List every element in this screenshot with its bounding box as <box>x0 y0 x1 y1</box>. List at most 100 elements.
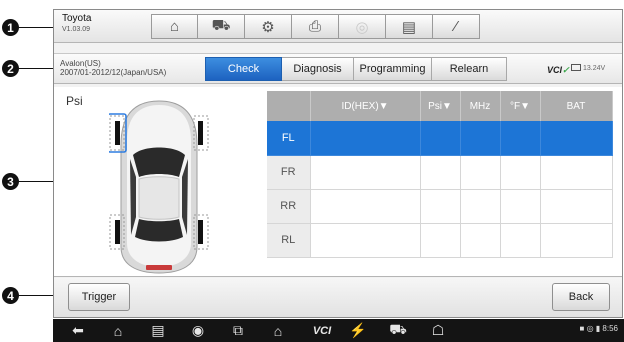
table-header-row: ID(HEX)▼ Psi▼ MHz °F▼ BAT <box>267 91 613 121</box>
garage-icon[interactable]: ☖ <box>427 321 449 340</box>
trigger-button[interactable]: Trigger <box>68 283 130 311</box>
voltage-value: 13.24V <box>583 65 606 72</box>
bat-cell <box>540 121 613 156</box>
bottom-action-bar: Trigger Back <box>54 278 622 317</box>
save-button[interactable]: ▤ <box>386 14 433 39</box>
column-header-temperature[interactable]: °F▼ <box>500 91 541 121</box>
callout-1-line <box>19 27 53 28</box>
psi-cell <box>420 223 461 258</box>
vehicle-model: Avalon(US) 2007/01-2012/12(Japan/USA) <box>60 59 166 77</box>
callout-2-line <box>19 68 53 69</box>
temp-cell <box>500 121 541 156</box>
id-cell <box>310 155 421 190</box>
temp-cell <box>500 223 541 258</box>
id-cell <box>310 121 421 156</box>
mhz-cell <box>460 223 501 258</box>
help-button[interactable]: ◎ <box>339 14 386 39</box>
connection-icon[interactable]: ⚡ <box>347 321 369 340</box>
bat-cell <box>540 189 613 224</box>
battery-voltage: 13.24V <box>571 64 605 72</box>
callout-2: 2 <box>2 60 19 77</box>
table-row-fr[interactable]: FR <box>267 155 613 190</box>
vci-label: VCI <box>547 65 563 75</box>
column-header-position <box>267 91 311 121</box>
model-name: Avalon(US) <box>60 59 101 68</box>
model-years: 2007/01-2012/12(Japan/USA) <box>60 68 167 78</box>
row-position-label: FR <box>267 155 311 190</box>
app-window: Toyota V1.03.09 ⌂ ⛟ ⚙ ⎙ ◎ ▤ ⁄ Avalon(US)… <box>53 9 623 318</box>
system-navigation-bar: ⬅ ⌂ ▤ ◉ ⧉ ⌂ VCI ⚡ ⛟ ☖ ■ ◎ ▮ 8:56 <box>53 319 624 342</box>
table-row-rr[interactable]: RR <box>267 189 613 224</box>
screen-switch-icon[interactable]: ⧉ <box>227 321 249 340</box>
help-icon: ◎ <box>355 18 369 36</box>
psi-cell <box>420 189 461 224</box>
home-icon[interactable]: ⌂ <box>107 321 129 340</box>
autel-home-icon[interactable]: ⌂ <box>267 321 289 340</box>
table-row-rl[interactable]: RL <box>267 223 613 258</box>
mhz-cell <box>460 121 501 156</box>
function-tabs: Check Diagnosis Programming Relearn <box>205 57 507 81</box>
back-icon[interactable]: ⬅ <box>67 321 89 340</box>
vehicle-icon[interactable]: ⛟ <box>387 321 409 340</box>
row-position-label: RL <box>267 223 311 258</box>
vehicle-swap-button[interactable]: ⛟ <box>198 14 245 39</box>
vehicle-swap-icon: ⛟ <box>211 17 231 34</box>
psi-cell <box>420 155 461 190</box>
settings-button[interactable]: ⚙ <box>245 14 292 39</box>
save-icon: ▤ <box>401 18 417 36</box>
vehicle-info: Toyota V1.03.09 <box>62 13 92 34</box>
software-version: V1.03.09 <box>62 26 91 33</box>
settings-gear-icon: ⚙ <box>261 18 275 36</box>
back-button[interactable]: Back <box>552 283 610 311</box>
temp-cell <box>500 155 541 190</box>
id-cell <box>310 223 421 258</box>
browser-icon[interactable]: ◉ <box>187 321 209 340</box>
column-header-battery: BAT <box>540 91 613 121</box>
tab-diagnosis[interactable]: Diagnosis <box>282 57 354 81</box>
tab-check[interactable]: Check <box>205 57 282 81</box>
vehicle-make: Toyota <box>62 13 92 24</box>
mhz-cell <box>460 155 501 190</box>
edit-pen-icon: ⁄ <box>454 18 458 35</box>
tpms-check-panel: Psi ID(HEX)▼ Psi▼ MHz °F▼ BAT FL FR RR R… <box>54 87 622 277</box>
callout-3-line <box>19 181 53 182</box>
battery-icon <box>571 64 581 71</box>
row-position-label: FL <box>267 121 311 156</box>
bat-cell <box>540 223 613 258</box>
vci-status: VCI✓ <box>547 65 570 76</box>
battery-status-icon: ▮ <box>595 324 601 333</box>
sensor-data-table: ID(HEX)▼ Psi▼ MHz °F▼ BAT FL FR RR RL <box>267 91 613 258</box>
print-icon: ⎙ <box>308 18 321 35</box>
home-icon: ⌂ <box>169 18 180 35</box>
notification-icon: ■ <box>579 324 585 333</box>
car-top-view-image <box>109 100 209 274</box>
print-button[interactable]: ⎙ <box>292 14 339 39</box>
tab-relearn[interactable]: Relearn <box>432 57 507 81</box>
bat-cell <box>540 155 613 190</box>
system-clock: ■ ◎ ▮ 8:56 <box>579 324 618 333</box>
callout-4: 4 <box>2 287 19 304</box>
callout-3: 3 <box>2 173 19 190</box>
table-row-fl[interactable]: FL <box>267 121 613 156</box>
callout-1: 1 <box>2 19 19 36</box>
temp-cell <box>500 189 541 224</box>
top-toolbar: Toyota V1.03.09 ⌂ ⛟ ⚙ ⎙ ◎ ▤ ⁄ <box>54 10 622 43</box>
mhz-cell <box>460 189 501 224</box>
row-position-label: RR <box>267 189 311 224</box>
column-header-mhz: MHz <box>460 91 501 121</box>
pressure-unit-label: Psi <box>66 94 83 108</box>
toolbar-buttons: ⌂ ⛟ ⚙ ⎙ ◎ ▤ ⁄ <box>151 14 480 39</box>
function-header: Avalon(US) 2007/01-2012/12(Japan/USA) Ch… <box>54 53 622 84</box>
tab-programming[interactable]: Programming <box>354 57 432 81</box>
recent-apps-icon[interactable]: ▤ <box>147 321 169 340</box>
callout-4-line <box>19 295 53 296</box>
clock-time: 8:56 <box>602 324 618 333</box>
column-header-psi[interactable]: Psi▼ <box>420 91 461 121</box>
vci-icon[interactable]: VCI <box>307 321 337 340</box>
vci-connected-icon: ✓ <box>562 65 570 75</box>
psi-cell <box>420 121 461 156</box>
home-button[interactable]: ⌂ <box>151 14 198 39</box>
edit-button[interactable]: ⁄ <box>433 14 480 39</box>
column-header-id[interactable]: ID(HEX)▼ <box>310 91 421 121</box>
wifi-icon: ◎ <box>586 324 594 333</box>
